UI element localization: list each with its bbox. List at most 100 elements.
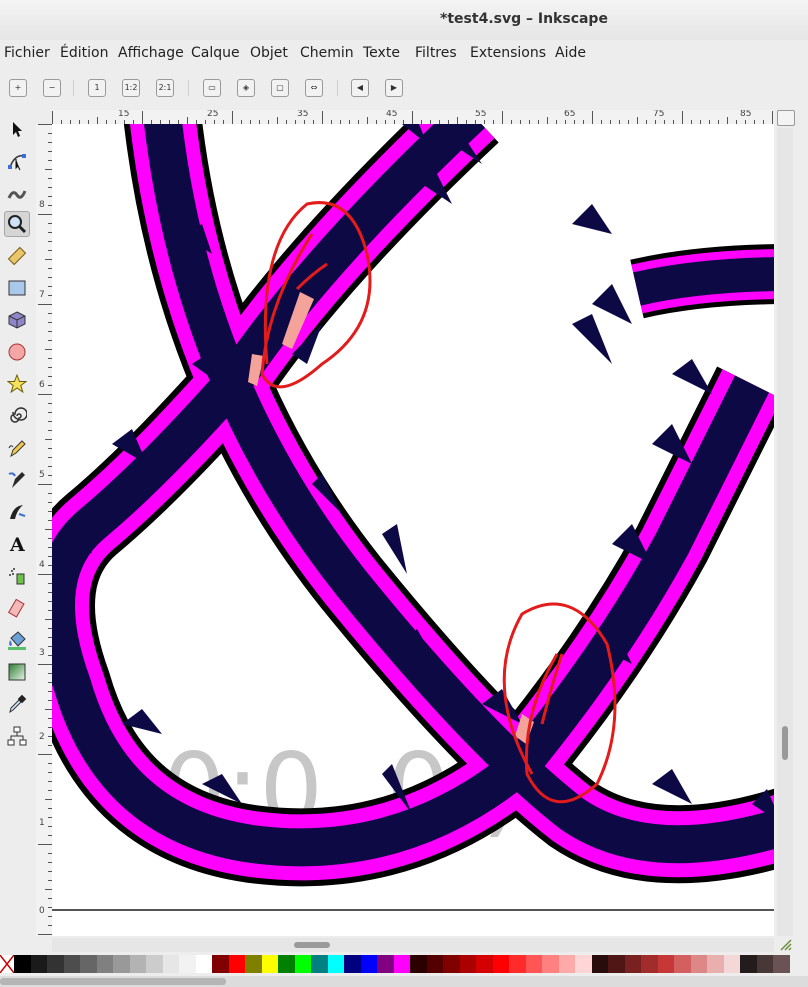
rectangle-tool[interactable] — [4, 275, 30, 301]
color-swatch[interactable] — [756, 955, 773, 973]
selector-tool[interactable] — [4, 116, 30, 142]
color-swatch[interactable] — [360, 955, 377, 973]
color-swatch[interactable] — [228, 955, 245, 973]
zoom-in-icon[interactable]: + — [9, 79, 27, 97]
connector-tool[interactable] — [4, 723, 30, 749]
zoom-out-icon[interactable]: − — [43, 79, 61, 97]
menu-objet[interactable]: Objet — [250, 45, 288, 61]
zoom-page-width-icon[interactable]: ⇔ — [305, 79, 323, 97]
toggle-cms-button[interactable] — [777, 110, 795, 126]
color-swatch[interactable] — [212, 955, 229, 973]
color-swatch[interactable] — [723, 955, 740, 973]
color-swatch[interactable] — [674, 955, 691, 973]
color-swatch[interactable] — [96, 955, 113, 973]
menu-affichage[interactable]: Affichage — [118, 45, 184, 61]
vertical-scrollbar[interactable] — [777, 128, 793, 936]
color-swatch[interactable] — [641, 955, 658, 973]
color-swatch[interactable] — [344, 955, 361, 973]
dropper-tool[interactable] — [4, 691, 30, 717]
color-swatch[interactable] — [558, 955, 575, 973]
color-swatch[interactable] — [426, 955, 443, 973]
zoom-previous-icon[interactable]: ◀ — [351, 79, 369, 97]
color-swatch[interactable] — [162, 955, 179, 973]
vertical-scroll-thumb[interactable] — [782, 726, 788, 760]
status-scroll-bar[interactable] — [0, 978, 226, 985]
drawing-canvas[interactable]: 0:0 ,0 ) — [52, 124, 774, 936]
zoom-next-icon[interactable]: ▶ — [385, 79, 403, 97]
color-swatch[interactable] — [492, 955, 509, 973]
color-swatch[interactable] — [245, 955, 262, 973]
menu-fichier[interactable]: Fichier — [4, 45, 50, 61]
menu-texte[interactable]: Texte — [363, 45, 400, 61]
color-swatch[interactable] — [179, 955, 196, 973]
color-swatch[interactable] — [30, 955, 47, 973]
color-swatch[interactable] — [377, 955, 394, 973]
zoom-tool[interactable] — [4, 211, 30, 237]
color-swatch[interactable] — [575, 955, 592, 973]
color-swatch[interactable] — [261, 955, 278, 973]
spiral-tool[interactable] — [4, 403, 30, 429]
zoom-selection-icon[interactable]: ▭ — [203, 79, 221, 97]
zoom-page-icon[interactable]: ▢ — [271, 79, 289, 97]
zoom-2-1-icon[interactable]: 2:1 — [156, 79, 174, 97]
color-swatch[interactable] — [47, 955, 64, 973]
pencil-tool[interactable] — [4, 435, 30, 461]
paint-bucket-tool[interactable] — [4, 627, 30, 653]
color-swatch[interactable] — [80, 955, 97, 973]
calligraphy-tool[interactable] — [4, 499, 30, 525]
menu-aide[interactable]: Aide — [555, 45, 586, 61]
3d-box-tool[interactable] — [4, 307, 30, 333]
color-swatch[interactable] — [657, 955, 674, 973]
menu-calque[interactable]: Calque — [191, 45, 240, 61]
color-swatch[interactable] — [311, 955, 328, 973]
menu-chemin[interactable]: Chemin — [300, 45, 354, 61]
color-swatch[interactable] — [195, 955, 212, 973]
gradient-tool[interactable] — [4, 659, 30, 685]
ruler-tick — [38, 574, 52, 575]
color-swatch[interactable] — [740, 955, 757, 973]
color-swatch[interactable] — [707, 955, 724, 973]
color-swatch[interactable] — [690, 955, 707, 973]
ellipse-tool[interactable] — [4, 339, 30, 365]
horizontal-scrollbar[interactable] — [52, 938, 774, 952]
menu-edition[interactable]: Édition — [60, 45, 108, 61]
tweak-tool[interactable] — [4, 180, 30, 206]
horizontal-scroll-thumb[interactable] — [294, 942, 330, 948]
color-swatch[interactable] — [146, 955, 163, 973]
color-swatch[interactable] — [278, 955, 295, 973]
menu-extensions[interactable]: Extensions — [470, 45, 546, 61]
color-swatch[interactable] — [294, 955, 311, 973]
node-tool[interactable] — [4, 148, 30, 174]
color-swatch[interactable] — [129, 955, 146, 973]
color-swatch[interactable] — [14, 955, 31, 973]
color-swatch[interactable] — [393, 955, 410, 973]
ruler-tick — [45, 889, 52, 890]
ruler-label: 5 — [39, 470, 45, 480]
color-swatch[interactable] — [459, 955, 476, 973]
menu-filtres[interactable]: Filtres — [415, 45, 457, 61]
color-swatch[interactable] — [542, 955, 559, 973]
color-swatch[interactable] — [476, 955, 493, 973]
zoom-1-2-icon[interactable]: 1:2 — [122, 79, 140, 97]
color-swatch[interactable] — [113, 955, 130, 973]
color-swatch[interactable] — [410, 955, 427, 973]
color-swatch[interactable] — [608, 955, 625, 973]
zoom-1-1-icon[interactable]: 1 — [88, 79, 106, 97]
color-swatch[interactable] — [624, 955, 641, 973]
zoom-drawing-icon[interactable]: ◈ — [237, 79, 255, 97]
eraser-tool[interactable] — [4, 595, 30, 621]
star-tool[interactable] — [4, 371, 30, 397]
measure-tool[interactable] — [4, 243, 30, 269]
color-swatch[interactable] — [773, 955, 790, 973]
no-paint-swatch[interactable] — [0, 954, 15, 974]
resize-grip-icon[interactable] — [780, 939, 792, 951]
color-swatch[interactable] — [443, 955, 460, 973]
spray-tool[interactable] — [4, 563, 30, 589]
text-tool[interactable]: A — [4, 531, 30, 557]
color-swatch[interactable] — [525, 955, 542, 973]
pen-tool[interactable] — [4, 467, 30, 493]
color-swatch[interactable] — [63, 955, 80, 973]
color-swatch[interactable] — [327, 955, 344, 973]
color-swatch[interactable] — [591, 955, 608, 973]
color-swatch[interactable] — [509, 955, 526, 973]
